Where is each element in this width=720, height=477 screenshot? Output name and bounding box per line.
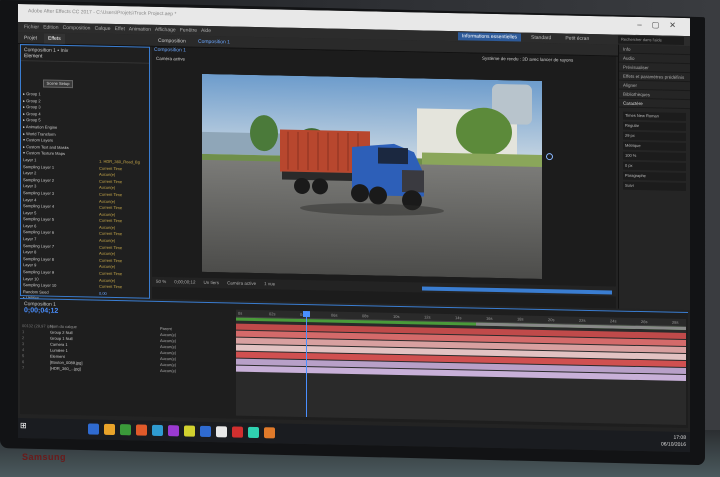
panel-paragraph[interactable]: Paragraphe	[623, 171, 686, 181]
ruler-tick-label: 22s	[579, 317, 586, 323]
layer-name: [HDR_360_...jpg]	[50, 365, 81, 372]
taskbar-app-icon[interactable]	[200, 425, 211, 438]
baseline-field[interactable]: 0 px	[623, 161, 686, 171]
viewer-camera-label: Caméra active	[156, 55, 186, 62]
menu-item[interactable]: Calque	[95, 26, 111, 32]
workspace-essentials[interactable]: Informations essentielles	[458, 32, 522, 42]
views-dropdown[interactable]: 1 vue	[264, 281, 275, 287]
workspace-standard[interactable]: Standard	[527, 34, 555, 43]
ruler-tick-label: 18s	[517, 316, 524, 322]
window-title: Adobe After Effects CC 2017 - C:\Users\P…	[28, 8, 177, 18]
taskbar-app-icon[interactable]	[152, 424, 163, 437]
zoom-dropdown[interactable]: 50 %	[156, 279, 166, 285]
tab-project[interactable]: Projet	[20, 33, 41, 43]
photo-of-monitor: Samsung Adobe After Effects CC 2017 - C:…	[0, 0, 720, 477]
font-size-field[interactable]: 29 px	[623, 131, 686, 141]
taskbar-clock[interactable]: 17:08 06/10/2016	[661, 434, 686, 449]
playhead-handle[interactable]	[303, 310, 310, 318]
ruler-tick-label: 20s	[548, 317, 555, 323]
menu-item[interactable]: Aide	[201, 28, 211, 34]
camera-dropdown[interactable]: Caméra active	[227, 280, 256, 287]
resolution-dropdown[interactable]: Un tiers	[204, 280, 220, 286]
ruler-tick-label: 0s	[238, 310, 243, 316]
ruler-tick-label: 08s	[362, 313, 369, 319]
clock-date: 06/10/2016	[660, 441, 686, 448]
taskbar-app-icon[interactable]	[168, 425, 179, 437]
monitor-brand-logo: Samsung	[22, 452, 67, 462]
taskbar-apps	[88, 423, 275, 439]
ruler-tick-label: 16s	[486, 315, 493, 321]
scale-field[interactable]: 100 %	[623, 151, 686, 161]
menu-item[interactable]: Effet	[115, 26, 125, 32]
timeline-tracks[interactable]: 0s02s04s06s08s10s12s14s16s18s20s22s24s26…	[236, 309, 686, 425]
timeline-panel: Composition 1 0;00;04;12 00132 (29,97 ip…	[20, 298, 688, 429]
tab-composition-name[interactable]: Composition 1	[194, 37, 234, 48]
rendered-scene-truck	[202, 73, 542, 279]
effects-panel-header: Composition 1 • Iniv Element	[21, 45, 149, 64]
start-icon[interactable]: ⊞	[20, 421, 30, 433]
screen: Adobe After Effects CC 2017 - C:\Users\P…	[18, 4, 690, 453]
taskbar-app-icon[interactable]	[136, 424, 147, 436]
viewer-gizmo-handle[interactable]	[546, 153, 553, 161]
taskbar-app-icon[interactable]	[88, 423, 99, 435]
ruler-tick-label: 02s	[269, 311, 276, 317]
scene-setup-button[interactable]: Scene Setup	[43, 79, 73, 89]
window-controls[interactable]: –▢✕	[637, 20, 686, 30]
workspace-small-screen[interactable]: Petit écran	[561, 34, 593, 43]
panel-tracker[interactable]: Suivi	[623, 181, 686, 191]
viewer-comp-tab[interactable]: Composition 1	[154, 47, 186, 54]
current-time-display[interactable]: 0;00;00;12	[174, 279, 195, 285]
effects-property-tree: ▸ Group 1 ▸ Group 2 ▸ Group 3 ▸ Group 4 ▸ Gr…	[23, 91, 149, 318]
layer-list: 00132 (29,97 ips) Nom du calque Parent 1…	[22, 323, 212, 375]
taskbar-app-icon[interactable]	[184, 425, 195, 437]
menu-item[interactable]: Affichage	[155, 27, 176, 33]
renderer-label: Système de rendu : 3D avec lancer de ray…	[482, 55, 574, 63]
menu-item[interactable]: Fenêtre	[180, 27, 197, 33]
ruler-tick-label: 10s	[393, 313, 400, 319]
taskbar-app-icon[interactable]	[232, 426, 243, 438]
ruler-tick-label: 06s	[331, 312, 338, 318]
menu-item[interactable]: Animation	[129, 26, 151, 32]
right-panel-stack: Info Audio Prévisualiser Effets et param…	[618, 44, 690, 311]
menu-item[interactable]: Edition	[43, 25, 58, 31]
current-time-indicator[interactable]	[306, 311, 307, 418]
layer-parent-select[interactable]: Aucun(e)	[160, 368, 176, 374]
tab-effects[interactable]: Effets	[44, 33, 65, 44]
viewer-footer: 50 % 0;00;00;12 Un tiers Caméra active 1…	[152, 276, 616, 297]
ruler-tick-label: 26s	[641, 319, 648, 325]
taskbar-app-icon[interactable]	[248, 426, 259, 439]
effects-plugin-name: Element	[24, 53, 43, 60]
font-family-select[interactable]: Times New Roman	[623, 111, 686, 121]
kerning-field[interactable]: Métrique	[623, 141, 686, 151]
font-style-select[interactable]: Regular	[623, 121, 686, 131]
composition-viewer-panel: Composition 1 Caméra active Système de r…	[152, 46, 616, 309]
taskbar-app-icon[interactable]	[264, 427, 275, 439]
menu-item[interactable]: Fichier	[24, 24, 39, 30]
ruler-tick-label: 12s	[424, 314, 431, 320]
layer-number: 7	[22, 365, 25, 371]
effects-controls-panel: Composition 1 • Iniv Element Scene Setup…	[20, 44, 150, 314]
taskbar-app-icon[interactable]	[216, 426, 227, 438]
composition-viewport[interactable]	[202, 73, 542, 279]
timeline-timecode[interactable]: 0;00;04;12	[24, 307, 58, 315]
taskbar-app-icon[interactable]	[120, 424, 131, 436]
ruler-tick-label: 24s	[610, 318, 617, 324]
ruler-tick-label: 28s	[672, 319, 679, 325]
character-controls: Times New Roman Regular 29 px Métrique 1…	[619, 108, 690, 193]
menu-item[interactable]: Composition	[63, 25, 91, 32]
help-search-input[interactable]: Rechercher dans l'aide	[618, 35, 684, 45]
taskbar-app-icon[interactable]	[104, 423, 115, 436]
tab-composition[interactable]: Composition	[154, 36, 190, 47]
ruler-tick-label: 14s	[455, 315, 462, 321]
